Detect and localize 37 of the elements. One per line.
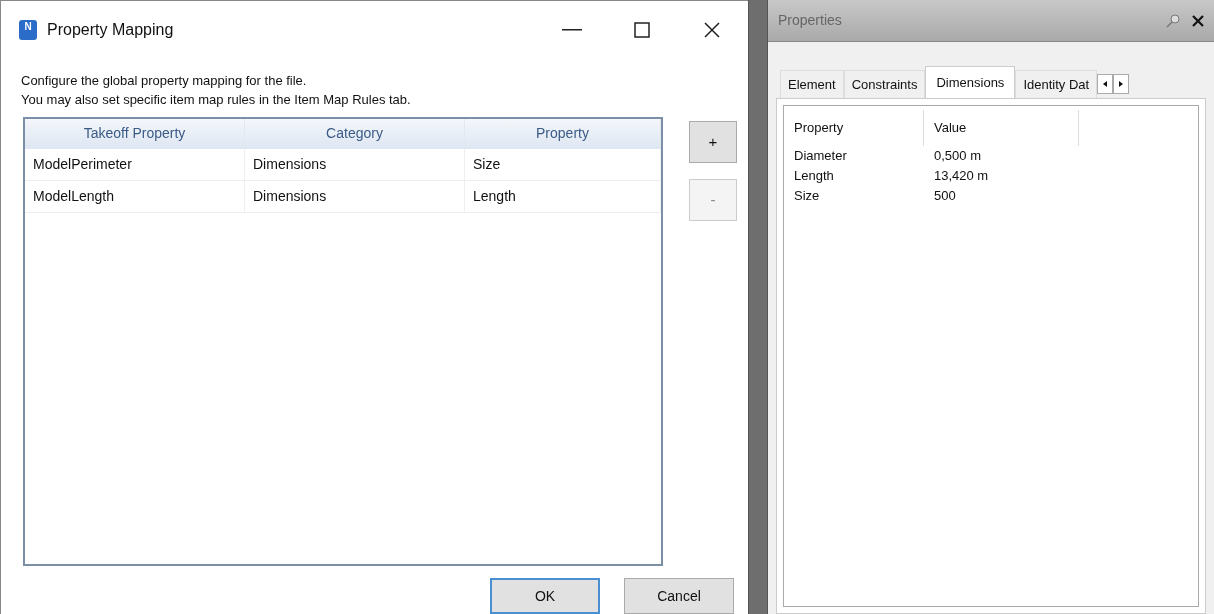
table-cell: Size [465,148,661,180]
table-cell: Dimensions [245,148,465,180]
app-icon: N [19,19,37,40]
list-cell-text: 500 [933,187,957,206]
list-cell-text: Size [793,187,821,206]
column-header[interactable]: Takeoff Property [25,118,245,149]
panel-tab[interactable]: Element [780,70,844,98]
instruction-text: Configure the global property mapping for the file. [21,71,308,90]
maximize-icon [634,21,650,38]
panel-tab[interactable]: Constraints [843,70,926,98]
scroll-right-button[interactable] [1113,74,1130,94]
column-header[interactable]: Value [924,110,1079,146]
table-cell: Dimensions [245,180,465,212]
column-header[interactable]: Property [465,118,661,149]
list-cell-text: 0,500 m [933,147,982,166]
right-arrow-icon [1119,81,1124,87]
instruction-text: You may also set specific item map rules in the Item Map Rules tab. [21,90,412,109]
panel-title: Properties [778,11,842,30]
window-title: Property Mapping [47,19,174,40]
panel-tab[interactable]: Identity Dat [1015,70,1098,98]
table-cell: ModelLength [25,180,245,212]
close-icon [704,21,720,38]
cancel-button[interactable]: Cancel [624,578,734,614]
list-cell-text: Length [793,167,835,186]
ok-button[interactable]: OK [490,578,600,614]
add-button[interactable]: + [689,120,737,163]
list-cell-text: Diameter [793,147,848,166]
minimize-icon [562,28,582,31]
panel-tab[interactable]: Dimensions [925,66,1016,98]
list-cell-text: 13,420 m [933,167,990,186]
column-header[interactable]: Property [784,110,924,146]
column-header[interactable]: Category [245,118,465,149]
table-cell: ModelPerimeter [25,148,245,180]
close-icon[interactable] [1192,14,1204,27]
scroll-left-button[interactable] [1097,74,1114,94]
table-cell: Length [465,180,661,212]
left-arrow-icon [1103,81,1108,87]
